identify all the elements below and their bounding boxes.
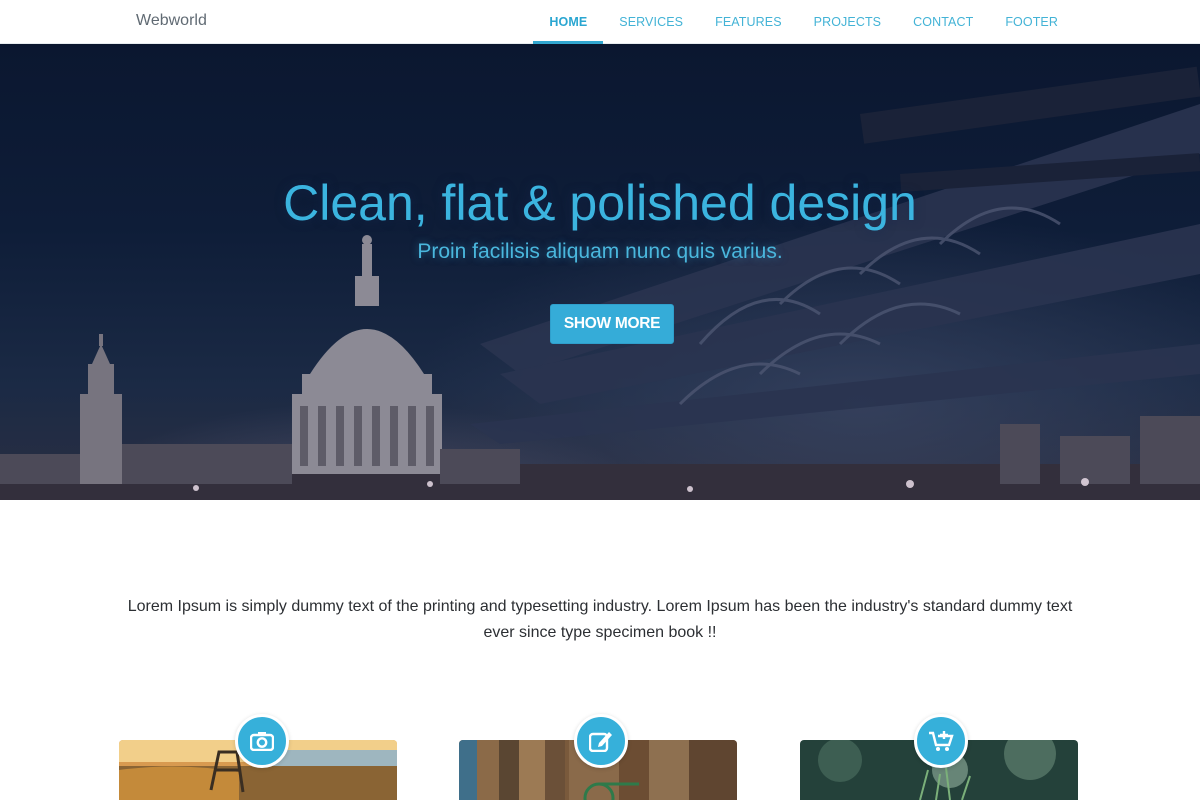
intro-paragraph: Lorem Ipsum is simply dummy text of the … <box>127 598 1073 641</box>
cart-add-icon[interactable] <box>914 714 968 768</box>
nav-footer[interactable]: FOOTER <box>989 0 1074 44</box>
nav-services[interactable]: SERVICES <box>603 0 699 44</box>
main-nav: HOME SERVICES FEATURES PROJECTS CONTACT … <box>533 0 1074 44</box>
camera-icon[interactable] <box>235 714 289 768</box>
city-skyline-image <box>0 66 1200 500</box>
show-more-button[interactable]: SHOW MORE <box>550 304 674 344</box>
nav-contact[interactable]: CONTACT <box>897 0 989 44</box>
hero-banner: Clean, flat & polished design Proin faci… <box>0 44 1200 500</box>
nav-projects[interactable]: PROJECTS <box>798 0 897 44</box>
edit-icon[interactable] <box>574 714 628 768</box>
top-navbar: Webworld HOME SERVICES FEATURES PROJECTS… <box>0 0 1200 44</box>
nav-features[interactable]: FEATURES <box>699 0 798 44</box>
hero-subtitle: Proin facilisis aliquam nunc quis varius… <box>417 240 783 263</box>
nav-home[interactable]: HOME <box>533 0 604 44</box>
brand-logo[interactable]: Webworld <box>136 12 207 30</box>
hero-title: Clean, flat & polished design <box>283 175 917 231</box>
